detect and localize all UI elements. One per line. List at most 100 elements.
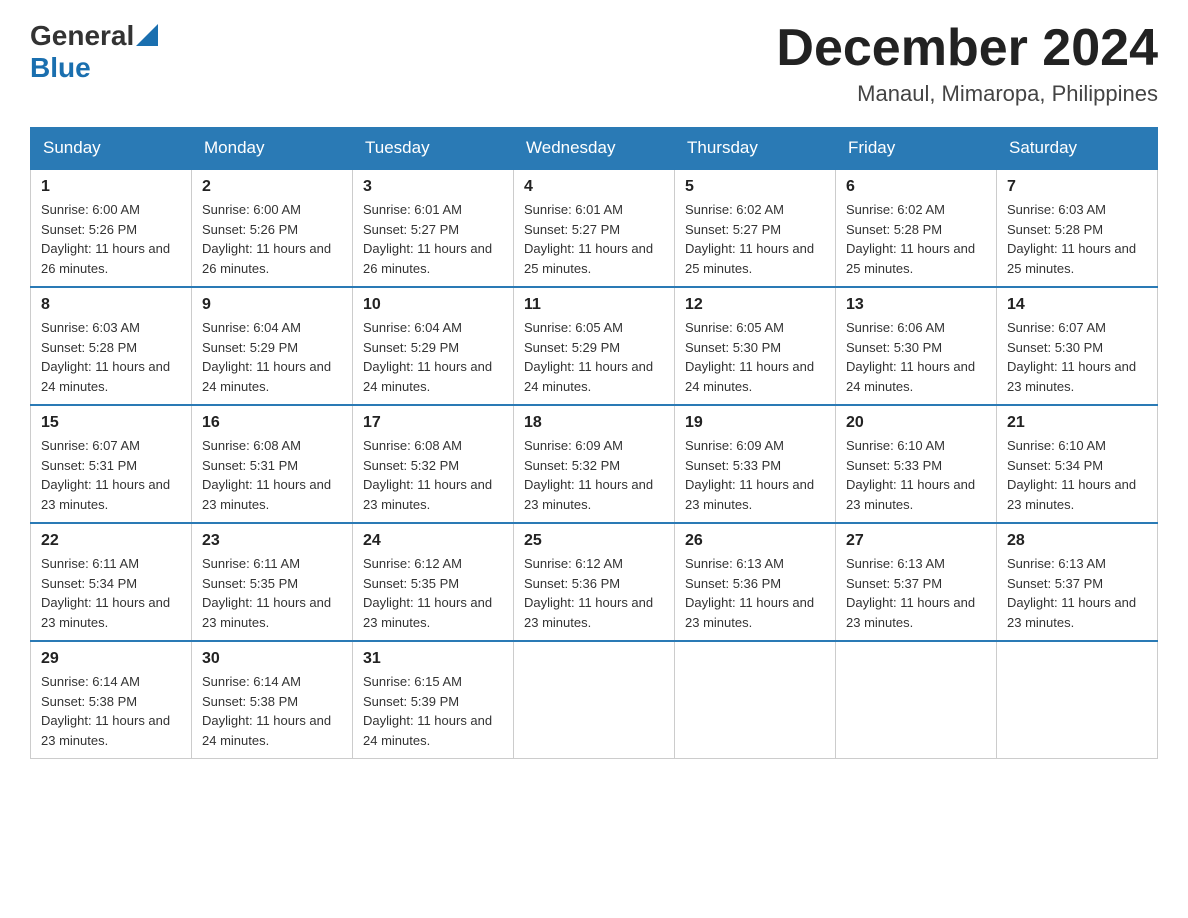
calendar-cell: 25 Sunrise: 6:12 AMSunset: 5:36 PMDaylig…: [514, 523, 675, 641]
day-info: Sunrise: 6:10 AMSunset: 5:33 PMDaylight:…: [846, 438, 975, 512]
day-info: Sunrise: 6:01 AMSunset: 5:27 PMDaylight:…: [524, 202, 653, 276]
day-number: 24: [363, 532, 503, 550]
day-number: 29: [41, 650, 181, 668]
calendar-cell: 12 Sunrise: 6:05 AMSunset: 5:30 PMDaylig…: [675, 287, 836, 405]
calendar-cell: 13 Sunrise: 6:06 AMSunset: 5:30 PMDaylig…: [836, 287, 997, 405]
day-number: 1: [41, 178, 181, 196]
day-number: 22: [41, 532, 181, 550]
day-number: 26: [685, 532, 825, 550]
calendar-week-row: 29 Sunrise: 6:14 AMSunset: 5:38 PMDaylig…: [31, 641, 1158, 759]
calendar-cell: 19 Sunrise: 6:09 AMSunset: 5:33 PMDaylig…: [675, 405, 836, 523]
day-info: Sunrise: 6:14 AMSunset: 5:38 PMDaylight:…: [202, 674, 331, 748]
day-info: Sunrise: 6:08 AMSunset: 5:31 PMDaylight:…: [202, 438, 331, 512]
logo: General Blue: [30, 20, 158, 84]
calendar-cell: [836, 641, 997, 759]
day-number: 14: [1007, 296, 1147, 314]
day-number: 21: [1007, 414, 1147, 432]
calendar-cell: 1 Sunrise: 6:00 AMSunset: 5:26 PMDayligh…: [31, 169, 192, 287]
calendar-cell: 26 Sunrise: 6:13 AMSunset: 5:36 PMDaylig…: [675, 523, 836, 641]
day-info: Sunrise: 6:11 AMSunset: 5:34 PMDaylight:…: [41, 556, 170, 630]
day-number: 2: [202, 178, 342, 196]
day-number: 16: [202, 414, 342, 432]
calendar-cell: 7 Sunrise: 6:03 AMSunset: 5:28 PMDayligh…: [997, 169, 1158, 287]
calendar-cell: 16 Sunrise: 6:08 AMSunset: 5:31 PMDaylig…: [192, 405, 353, 523]
day-info: Sunrise: 6:11 AMSunset: 5:35 PMDaylight:…: [202, 556, 331, 630]
day-number: 13: [846, 296, 986, 314]
col-header-wednesday: Wednesday: [514, 128, 675, 170]
day-info: Sunrise: 6:15 AMSunset: 5:39 PMDaylight:…: [363, 674, 492, 748]
calendar-cell: 29 Sunrise: 6:14 AMSunset: 5:38 PMDaylig…: [31, 641, 192, 759]
day-info: Sunrise: 6:05 AMSunset: 5:30 PMDaylight:…: [685, 320, 814, 394]
day-info: Sunrise: 6:12 AMSunset: 5:35 PMDaylight:…: [363, 556, 492, 630]
calendar-cell: 30 Sunrise: 6:14 AMSunset: 5:38 PMDaylig…: [192, 641, 353, 759]
calendar-cell: 4 Sunrise: 6:01 AMSunset: 5:27 PMDayligh…: [514, 169, 675, 287]
day-number: 31: [363, 650, 503, 668]
calendar-cell: 20 Sunrise: 6:10 AMSunset: 5:33 PMDaylig…: [836, 405, 997, 523]
day-number: 25: [524, 532, 664, 550]
calendar-cell: 15 Sunrise: 6:07 AMSunset: 5:31 PMDaylig…: [31, 405, 192, 523]
day-info: Sunrise: 6:02 AMSunset: 5:28 PMDaylight:…: [846, 202, 975, 276]
logo-text-general: General: [30, 20, 134, 52]
page-header: General Blue December 2024 Manaul, Mimar…: [30, 20, 1158, 107]
day-info: Sunrise: 6:12 AMSunset: 5:36 PMDaylight:…: [524, 556, 653, 630]
calendar-cell: 8 Sunrise: 6:03 AMSunset: 5:28 PMDayligh…: [31, 287, 192, 405]
col-header-thursday: Thursday: [675, 128, 836, 170]
day-number: 5: [685, 178, 825, 196]
day-info: Sunrise: 6:00 AMSunset: 5:26 PMDaylight:…: [202, 202, 331, 276]
day-number: 23: [202, 532, 342, 550]
day-number: 4: [524, 178, 664, 196]
day-info: Sunrise: 6:04 AMSunset: 5:29 PMDaylight:…: [202, 320, 331, 394]
day-number: 3: [363, 178, 503, 196]
day-number: 27: [846, 532, 986, 550]
day-info: Sunrise: 6:01 AMSunset: 5:27 PMDaylight:…: [363, 202, 492, 276]
calendar-cell: 6 Sunrise: 6:02 AMSunset: 5:28 PMDayligh…: [836, 169, 997, 287]
calendar-cell: 23 Sunrise: 6:11 AMSunset: 5:35 PMDaylig…: [192, 523, 353, 641]
calendar-table: SundayMondayTuesdayWednesdayThursdayFrid…: [30, 127, 1158, 759]
day-info: Sunrise: 6:14 AMSunset: 5:38 PMDaylight:…: [41, 674, 170, 748]
day-info: Sunrise: 6:13 AMSunset: 5:37 PMDaylight:…: [1007, 556, 1136, 630]
calendar-cell: 17 Sunrise: 6:08 AMSunset: 5:32 PMDaylig…: [353, 405, 514, 523]
day-info: Sunrise: 6:09 AMSunset: 5:32 PMDaylight:…: [524, 438, 653, 512]
day-number: 9: [202, 296, 342, 314]
day-info: Sunrise: 6:13 AMSunset: 5:37 PMDaylight:…: [846, 556, 975, 630]
calendar-cell: 10 Sunrise: 6:04 AMSunset: 5:29 PMDaylig…: [353, 287, 514, 405]
day-number: 20: [846, 414, 986, 432]
day-number: 18: [524, 414, 664, 432]
day-info: Sunrise: 6:03 AMSunset: 5:28 PMDaylight:…: [1007, 202, 1136, 276]
day-number: 6: [846, 178, 986, 196]
logo-text-blue: Blue: [30, 52, 91, 84]
logo-triangle-icon: [136, 24, 158, 46]
title-block: December 2024 Manaul, Mimaropa, Philippi…: [776, 20, 1158, 107]
day-info: Sunrise: 6:09 AMSunset: 5:33 PMDaylight:…: [685, 438, 814, 512]
day-info: Sunrise: 6:07 AMSunset: 5:31 PMDaylight:…: [41, 438, 170, 512]
calendar-week-row: 1 Sunrise: 6:00 AMSunset: 5:26 PMDayligh…: [31, 169, 1158, 287]
day-info: Sunrise: 6:02 AMSunset: 5:27 PMDaylight:…: [685, 202, 814, 276]
calendar-cell: 28 Sunrise: 6:13 AMSunset: 5:37 PMDaylig…: [997, 523, 1158, 641]
day-number: 15: [41, 414, 181, 432]
day-number: 11: [524, 296, 664, 314]
day-info: Sunrise: 6:07 AMSunset: 5:30 PMDaylight:…: [1007, 320, 1136, 394]
calendar-cell: [997, 641, 1158, 759]
day-number: 10: [363, 296, 503, 314]
day-info: Sunrise: 6:03 AMSunset: 5:28 PMDaylight:…: [41, 320, 170, 394]
col-header-tuesday: Tuesday: [353, 128, 514, 170]
calendar-week-row: 8 Sunrise: 6:03 AMSunset: 5:28 PMDayligh…: [31, 287, 1158, 405]
day-number: 30: [202, 650, 342, 668]
day-info: Sunrise: 6:13 AMSunset: 5:36 PMDaylight:…: [685, 556, 814, 630]
calendar-cell: 5 Sunrise: 6:02 AMSunset: 5:27 PMDayligh…: [675, 169, 836, 287]
day-number: 17: [363, 414, 503, 432]
location-title: Manaul, Mimaropa, Philippines: [776, 81, 1158, 107]
calendar-week-row: 15 Sunrise: 6:07 AMSunset: 5:31 PMDaylig…: [31, 405, 1158, 523]
calendar-cell: 31 Sunrise: 6:15 AMSunset: 5:39 PMDaylig…: [353, 641, 514, 759]
col-header-monday: Monday: [192, 128, 353, 170]
day-info: Sunrise: 6:04 AMSunset: 5:29 PMDaylight:…: [363, 320, 492, 394]
day-number: 19: [685, 414, 825, 432]
day-info: Sunrise: 6:10 AMSunset: 5:34 PMDaylight:…: [1007, 438, 1136, 512]
calendar-cell: 11 Sunrise: 6:05 AMSunset: 5:29 PMDaylig…: [514, 287, 675, 405]
calendar-cell: 27 Sunrise: 6:13 AMSunset: 5:37 PMDaylig…: [836, 523, 997, 641]
calendar-week-row: 22 Sunrise: 6:11 AMSunset: 5:34 PMDaylig…: [31, 523, 1158, 641]
day-number: 12: [685, 296, 825, 314]
month-title: December 2024: [776, 20, 1158, 77]
calendar-cell: 24 Sunrise: 6:12 AMSunset: 5:35 PMDaylig…: [353, 523, 514, 641]
calendar-cell: 22 Sunrise: 6:11 AMSunset: 5:34 PMDaylig…: [31, 523, 192, 641]
